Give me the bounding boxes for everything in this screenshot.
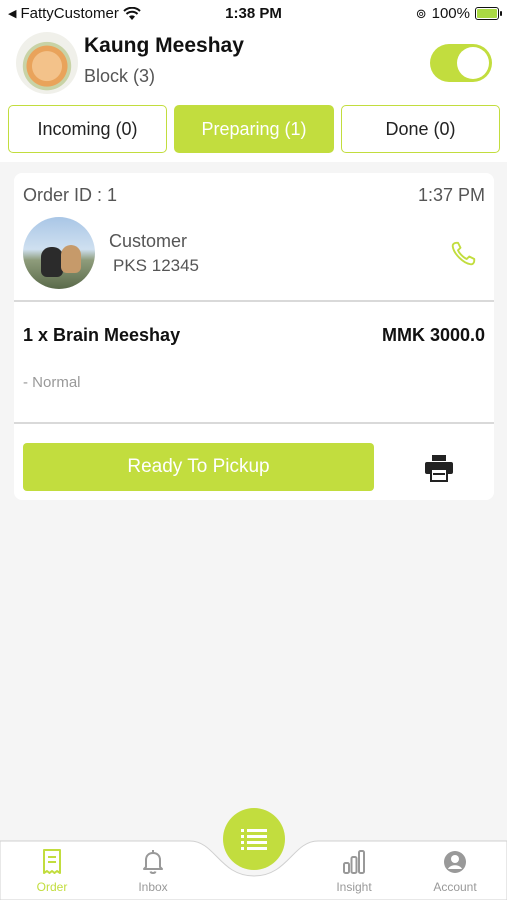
store-avatar: [16, 32, 78, 94]
nav-inbox-label: Inbox: [138, 880, 168, 894]
printer-icon[interactable]: [424, 454, 454, 482]
battery-fill: [477, 9, 497, 18]
tab-preparing[interactable]: Preparing (1): [174, 105, 334, 153]
nav-order[interactable]: Order: [12, 848, 92, 898]
item-name: 1 x Brain Meeshay: [23, 325, 181, 345]
bar-chart-icon: [343, 850, 365, 874]
store-open-toggle[interactable]: [430, 44, 492, 82]
list-icon: [241, 829, 267, 850]
order-status-tabs: Incoming (0) Preparing (1) Done (0): [0, 100, 507, 162]
store-header: Kaung Meeshay Block (3): [0, 26, 507, 100]
status-bar: ◀ FattyCustomer 1:38 PM ⊚ 100%: [0, 0, 507, 26]
store-location: Block (3): [84, 66, 156, 86]
receipt-icon: [43, 849, 61, 874]
tab-done[interactable]: Done (0): [341, 105, 500, 153]
order-time: 1:37 PM: [417, 185, 485, 205]
card-divider: [14, 422, 494, 424]
ready-to-pickup-button[interactable]: Ready To Pickup: [23, 443, 374, 491]
customer-code: PKS 12345: [113, 256, 200, 275]
nav-inbox[interactable]: Inbox: [113, 848, 193, 898]
order-card[interactable]: Order ID : 1 1:37 PM Customer PKS 12345 …: [14, 173, 494, 500]
item-note: - Normal: [23, 374, 81, 391]
nav-account[interactable]: Account: [415, 848, 495, 898]
center-menu-button[interactable]: [223, 808, 285, 870]
user-circle-icon: [444, 851, 466, 873]
status-right: ⊚ 100%: [415, 5, 502, 22]
bell-icon: [143, 850, 163, 874]
nav-insight[interactable]: Insight: [314, 848, 394, 898]
customer-label: Customer: [109, 231, 188, 251]
toggle-knob: [457, 47, 489, 79]
customer-avatar: [23, 217, 95, 289]
nav-account-label: Account: [433, 880, 477, 894]
orientation-lock-icon: ⊚: [415, 5, 427, 21]
card-divider: [14, 300, 494, 302]
item-price: MMK 3000.0: [381, 325, 485, 345]
store-name: Kaung Meeshay: [84, 34, 244, 57]
battery-icon: [475, 7, 502, 20]
battery-percent: 100%: [431, 5, 470, 22]
tab-incoming[interactable]: Incoming (0): [8, 105, 167, 153]
nav-order-label: Order: [36, 880, 68, 894]
phone-icon[interactable]: [448, 239, 478, 269]
nav-insight-label: Insight: [336, 880, 372, 894]
order-id: Order ID : 1: [23, 185, 118, 205]
